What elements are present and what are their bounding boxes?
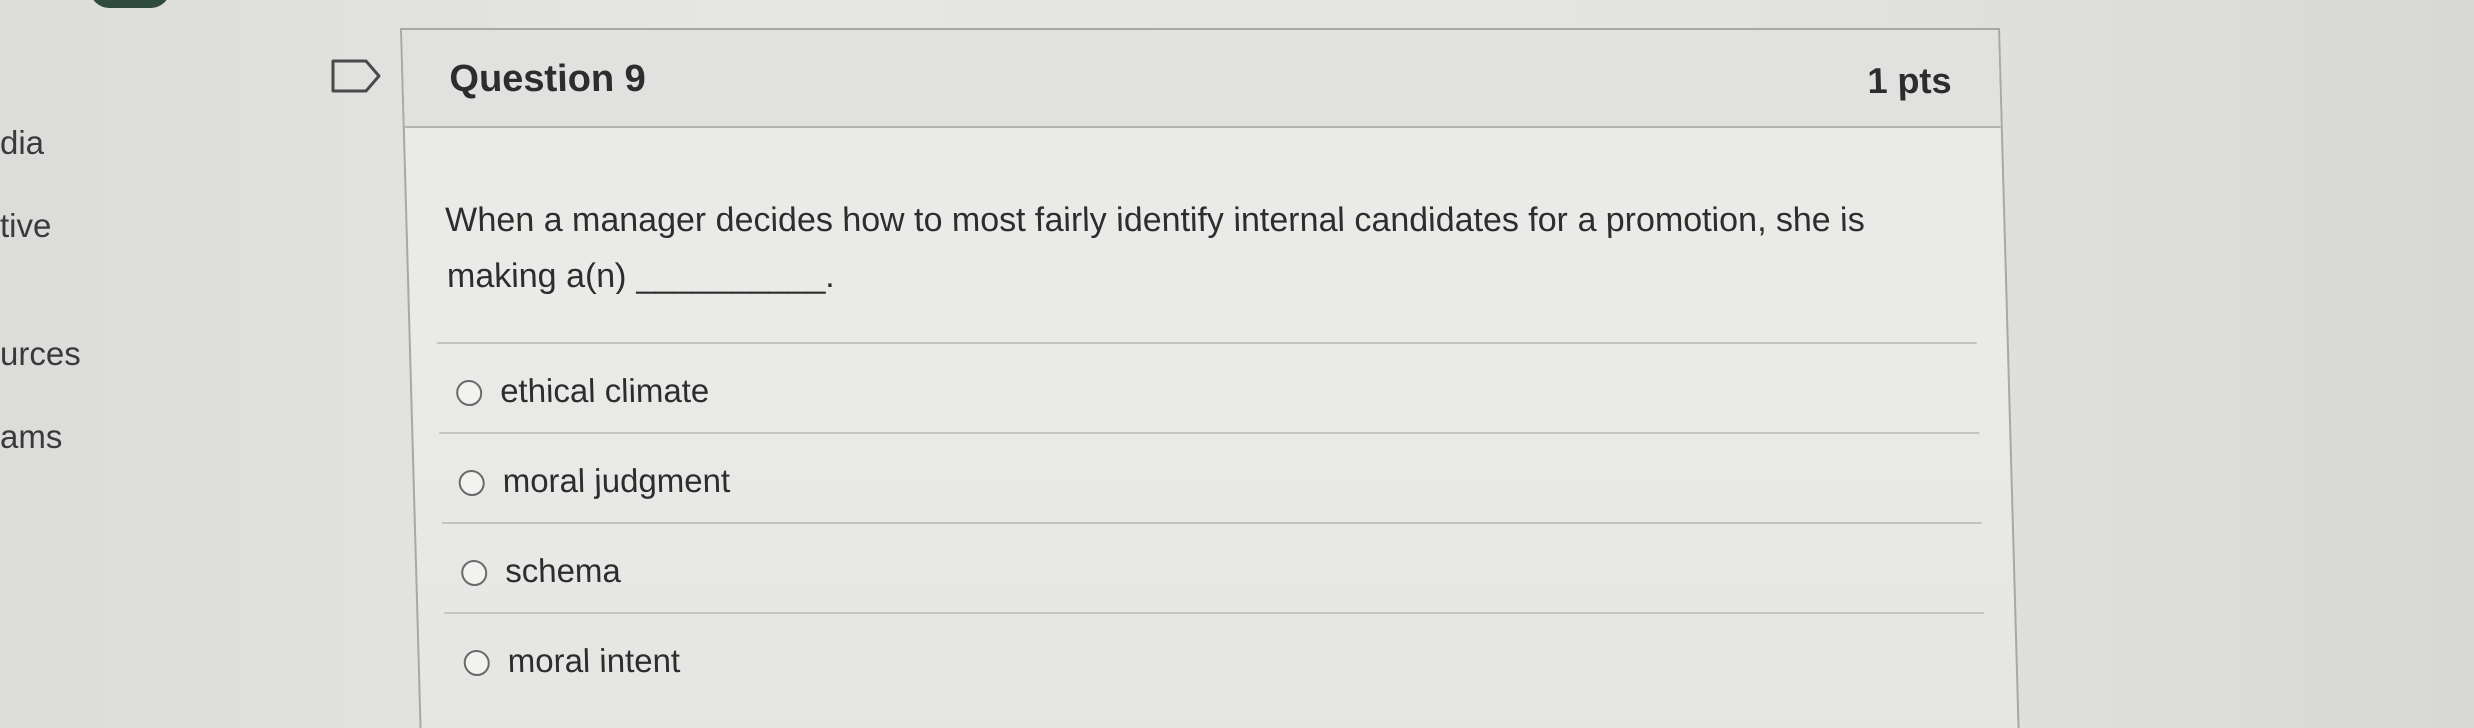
question-title: Question 9: [448, 58, 647, 100]
answer-label[interactable]: schema: [505, 552, 622, 590]
page: dia tive urces ams Question 9 1 pts When…: [0, 0, 2474, 728]
answer-label[interactable]: ethical climate: [500, 372, 710, 410]
radio-icon[interactable]: [460, 560, 488, 586]
radio-icon[interactable]: [458, 470, 486, 496]
nav-item-resources[interactable]: urces: [0, 335, 81, 373]
nav-item-interactive[interactable]: tive: [0, 207, 51, 245]
answer-list: ethical climate moral judgment schema mo…: [436, 342, 1987, 702]
question-header: Question 9 1 pts: [402, 30, 2001, 128]
answer-option[interactable]: moral intent: [444, 612, 1987, 702]
course-navigation: dia tive urces ams: [0, 0, 200, 728]
answer-label[interactable]: moral intent: [507, 642, 680, 680]
nav-item-media[interactable]: dia: [0, 124, 44, 162]
nav-item-exams[interactable]: ams: [0, 418, 62, 456]
question-text: When a manager decides how to most fairl…: [444, 201, 1866, 295]
answer-label[interactable]: moral judgment: [502, 462, 731, 500]
answer-option[interactable]: moral judgment: [439, 432, 1982, 522]
radio-icon[interactable]: [463, 650, 491, 676]
radio-icon[interactable]: [455, 380, 483, 406]
answer-option[interactable]: schema: [441, 522, 1985, 612]
question-points: 1 pts: [1866, 60, 1953, 101]
answer-option[interactable]: ethical climate: [436, 342, 1980, 432]
question-card: Question 9 1 pts When a manager decides …: [400, 28, 2021, 728]
flag-icon[interactable]: [330, 58, 382, 94]
